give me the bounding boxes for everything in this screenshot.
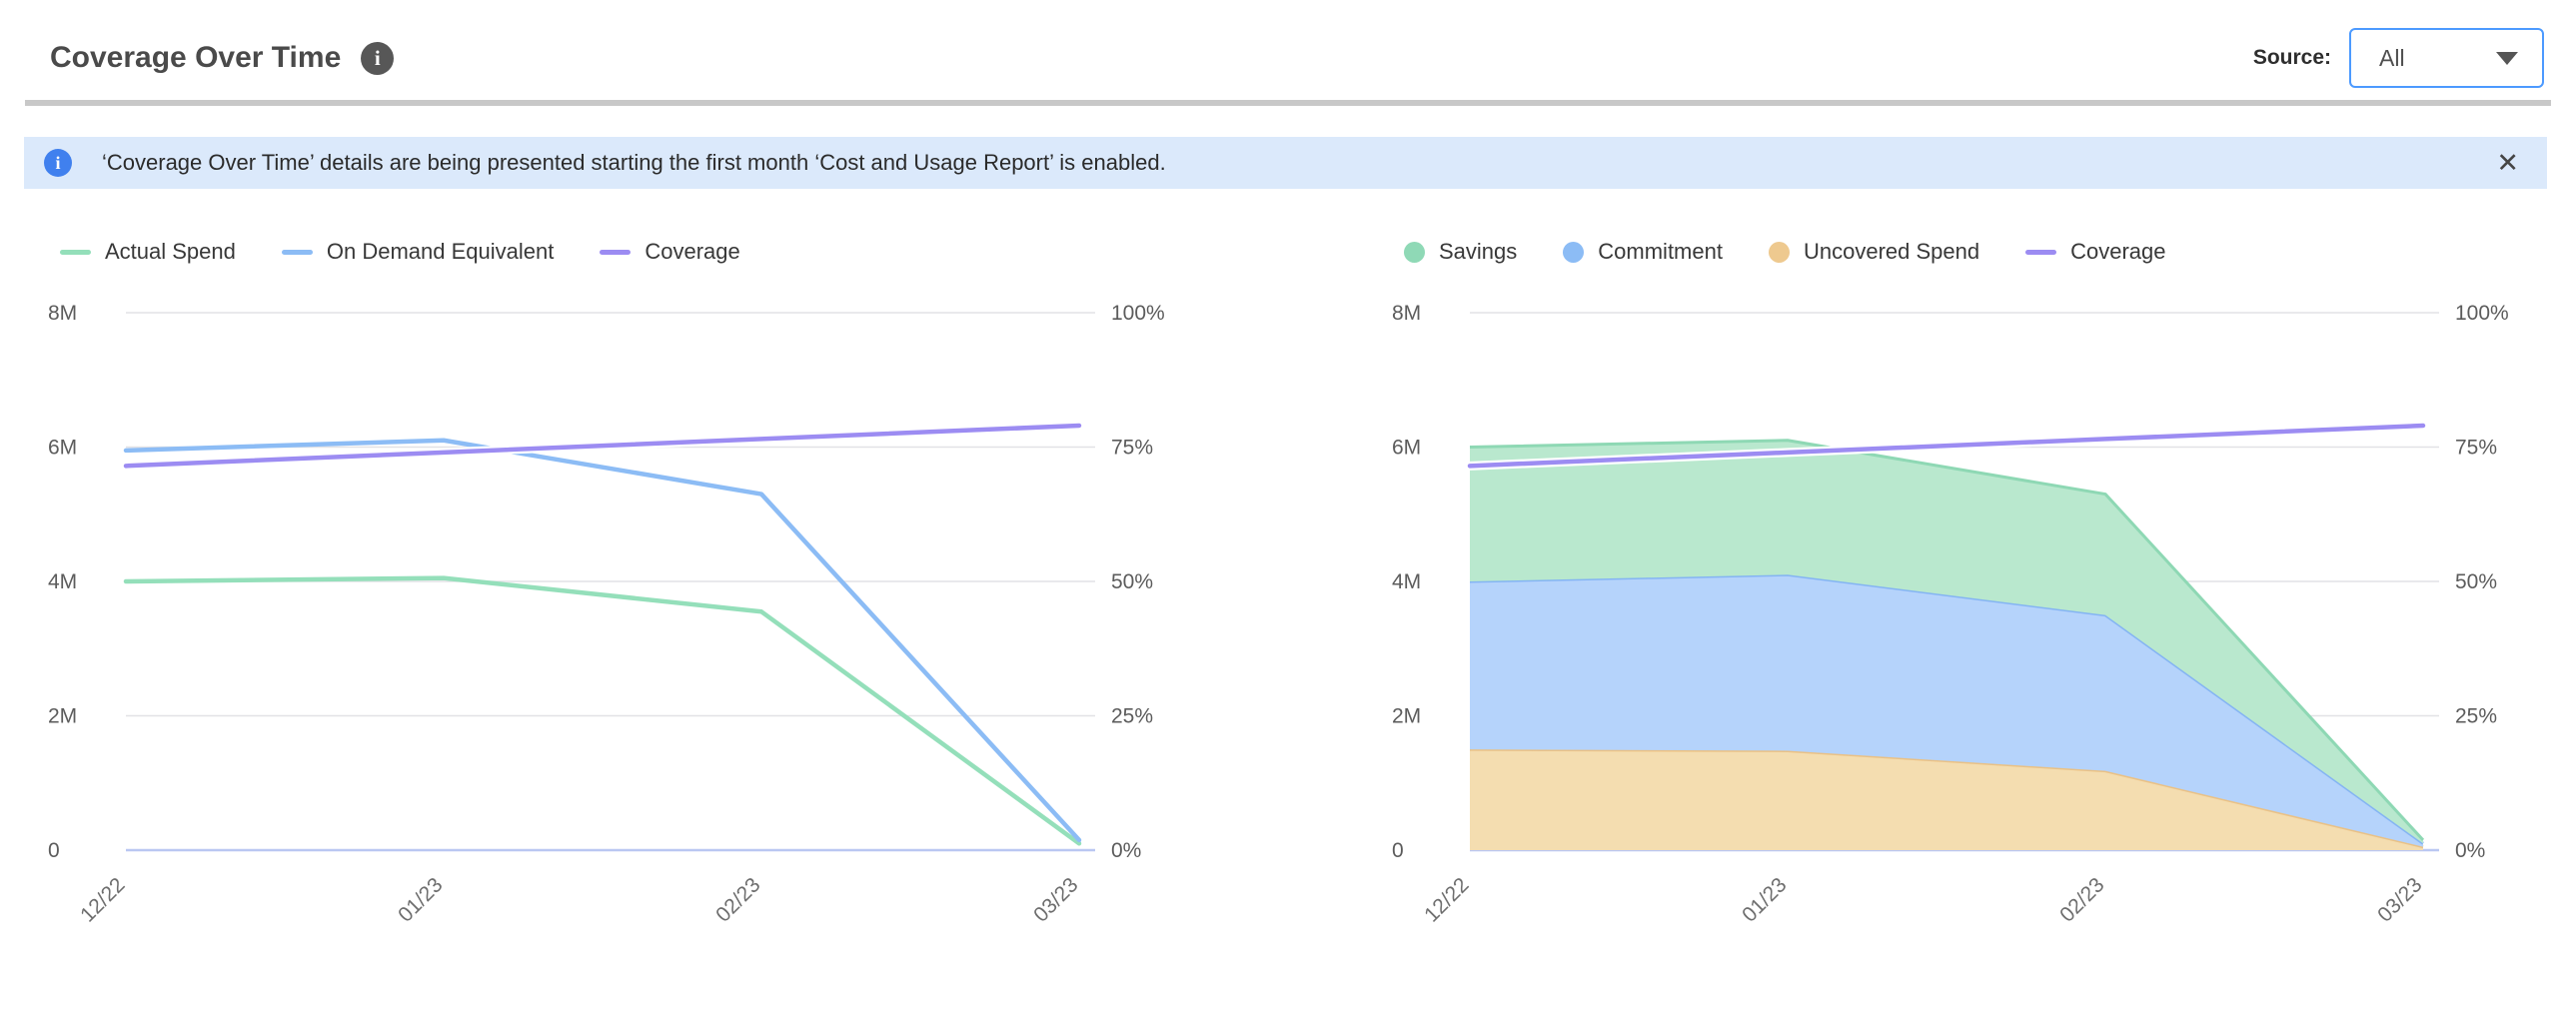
banner-info-icon: i — [44, 149, 72, 177]
x-axis-tick-label: 01/23 — [394, 873, 447, 926]
left-axis-tick-label: 2M — [1392, 705, 1421, 728]
right-axis-tick-label: 25% — [1111, 705, 1153, 728]
legend-item-commitment[interactable]: Commitment — [1563, 239, 1723, 265]
coverage-area-chart: Savings Commitment Uncovered Spend Coverage… — [1384, 235, 2553, 942]
header-divider — [25, 100, 2551, 106]
legend-label: Coverage — [644, 239, 739, 265]
x-axis-tick-label: 01/23 — [1738, 873, 1791, 926]
x-axis-tick-label: 03/23 — [1029, 873, 1082, 926]
left-axis-tick-label: 6M — [48, 437, 77, 460]
info-banner: i ‘Coverage Over Time’ details are being… — [24, 137, 2547, 189]
area-chart-legend: Savings Commitment Uncovered Spend Coverage — [1384, 235, 2553, 269]
legend-line-marker — [282, 250, 313, 255]
left-axis-tick-label: 8M — [1392, 302, 1421, 325]
series-line-on-demand-equivalent — [126, 441, 1079, 840]
page-title: Coverage Over Time — [50, 41, 341, 75]
x-axis-tick-label: 02/23 — [711, 873, 764, 926]
left-axis-tick-label: 2M — [48, 705, 77, 728]
legend-dot-marker — [1563, 242, 1584, 263]
series-line-actual-spend — [126, 578, 1079, 844]
legend-dot-marker — [1769, 242, 1790, 263]
legend-label: Actual Spend — [105, 239, 236, 265]
source-control: Source: All — [2253, 28, 2544, 88]
legend-label: Coverage — [2070, 239, 2165, 265]
coverage-line-chart: Actual Spend On Demand Equivalent Coverage… — [40, 235, 1209, 942]
source-dropdown[interactable]: All — [2349, 28, 2544, 88]
line-chart-legend: Actual Spend On Demand Equivalent Coverage — [40, 235, 1209, 269]
source-label: Source: — [2253, 46, 2331, 70]
right-axis-tick-label: 75% — [1111, 437, 1153, 460]
legend-dot-marker — [1404, 242, 1425, 263]
left-axis-tick-label: 8M — [48, 302, 77, 325]
legend-label: Savings — [1439, 239, 1517, 265]
right-axis-tick-label: 0% — [2455, 839, 2485, 862]
legend-line-marker — [600, 250, 631, 255]
x-axis-tick-label: 02/23 — [2055, 873, 2108, 926]
right-axis-tick-label: 0% — [1111, 839, 1141, 862]
right-axis-tick-label: 100% — [2455, 302, 2509, 325]
legend-label: Commitment — [1598, 239, 1723, 265]
left-axis-tick-label: 0 — [48, 839, 60, 862]
charts-row: Actual Spend On Demand Equivalent Coverage… — [0, 235, 2576, 942]
area-chart-canvas: 0 0% 2M 25% 4M 50% 6M 75% 8M 100% 12/22 01/23 02/23 0… — [1384, 283, 2553, 942]
legend-item-on-demand-equivalent[interactable]: On Demand Equivalent — [282, 239, 554, 265]
right-axis-tick-label: 100% — [1111, 302, 1165, 325]
legend-item-savings[interactable]: Savings — [1404, 239, 1517, 265]
legend-item-coverage[interactable]: Coverage — [2025, 239, 2165, 265]
legend-item-actual-spend[interactable]: Actual Spend — [60, 239, 236, 265]
legend-item-uncovered-spend[interactable]: Uncovered Spend — [1769, 239, 1979, 265]
right-axis-tick-label: 75% — [2455, 437, 2497, 460]
right-axis-tick-label: 50% — [2455, 570, 2497, 593]
legend-line-marker — [60, 250, 91, 255]
line-chart-canvas: 0 0% 2M 25% 4M 50% 6M 75% 8M 100% 12/22 01/23 02/23 0… — [40, 283, 1209, 942]
legend-label: Uncovered Spend — [1804, 239, 1979, 265]
right-axis-tick-label: 50% — [1111, 570, 1153, 593]
x-axis-tick-label: 03/23 — [2373, 873, 2426, 926]
x-axis-tick-label: 12/22 — [1420, 873, 1473, 926]
left-axis-tick-label: 0 — [1392, 839, 1404, 862]
close-icon[interactable]: ✕ — [2496, 150, 2519, 177]
legend-label: On Demand Equivalent — [327, 239, 554, 265]
legend-item-coverage[interactable]: Coverage — [600, 239, 739, 265]
left-axis-tick-label: 6M — [1392, 437, 1421, 460]
left-axis-tick-label: 4M — [1392, 570, 1421, 593]
legend-line-marker — [2025, 250, 2056, 255]
left-axis-tick-label: 4M — [48, 570, 77, 593]
x-axis-tick-label: 12/22 — [76, 873, 129, 926]
chevron-down-icon — [2496, 52, 2518, 65]
banner-message: ‘Coverage Over Time’ details are being p… — [102, 150, 1166, 176]
source-dropdown-value: All — [2379, 45, 2405, 72]
right-axis-tick-label: 25% — [2455, 705, 2497, 728]
info-icon[interactable]: i — [361, 42, 394, 75]
header-title-group: Coverage Over Time i — [50, 41, 394, 75]
panel-header: Coverage Over Time i Source: All — [0, 0, 2576, 100]
